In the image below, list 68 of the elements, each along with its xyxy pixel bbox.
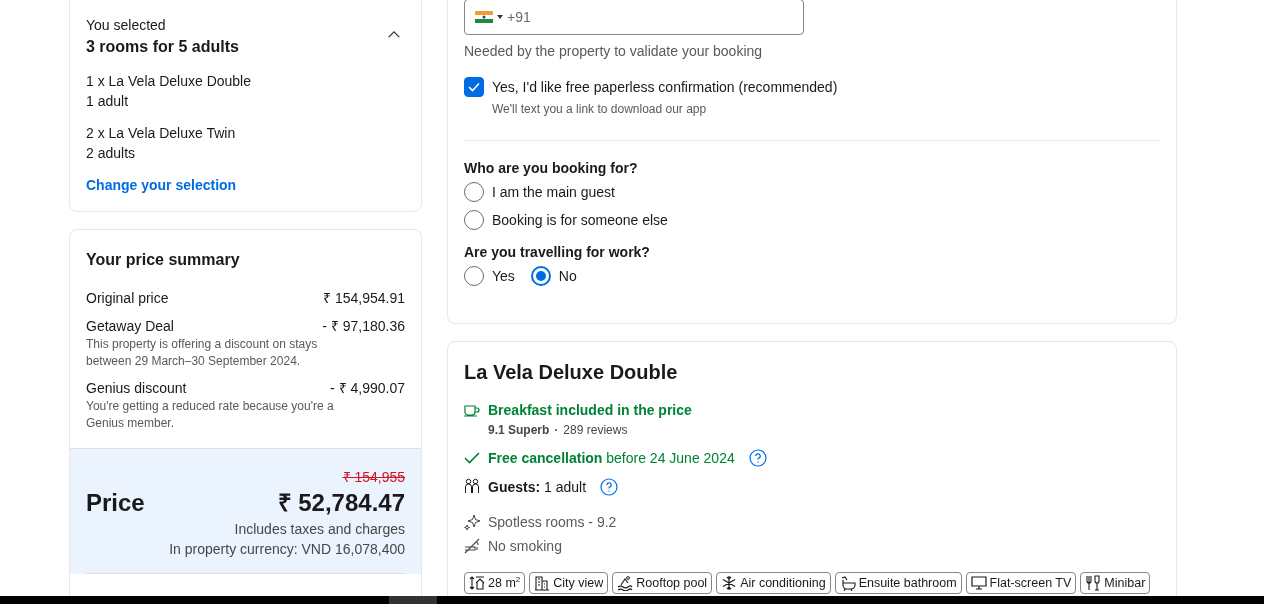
price-line-amount: ₹ 154,954.91 — [323, 289, 405, 308]
selection-title: 3 rooms for 5 adults — [86, 37, 239, 57]
facility-tag: Air conditioning — [716, 572, 831, 594]
old-price: ₹ 154,955 — [342, 468, 405, 487]
reviews-count: 289 reviews — [563, 423, 628, 437]
rating-text: 9.1 Superb — [488, 423, 550, 437]
dropdown-caret-icon — [497, 15, 503, 19]
price-line-label: Original price — [86, 289, 169, 308]
radio-label: I am the main guest — [492, 183, 615, 202]
radio-label: No — [558, 267, 577, 286]
checkbox[interactable] — [464, 77, 484, 97]
phone-hint: Needed by the property to validate your booking — [464, 42, 764, 61]
checkmark-icon — [468, 82, 480, 92]
checkbox-note: We'll text you a link to download our app — [492, 101, 708, 117]
currency-note: In property currency: VND 16,078,400 — [169, 540, 405, 559]
radio-button[interactable] — [530, 266, 551, 286]
bathtub-icon — [839, 575, 856, 591]
snowflake-icon — [721, 575, 738, 591]
highlight-text: No smoking — [488, 537, 562, 556]
facility-tag: Rooftop pool — [612, 572, 713, 594]
breakfast-label: Breakfast included in the price — [488, 401, 692, 420]
guests-text: Guests: 1 adult — [488, 478, 587, 497]
room-name: 1 x La Vela Deluxe Double — [86, 72, 252, 91]
price-line-note: This property is offering a discount on stays between 29 March–30 September 2024. — [86, 336, 319, 370]
cancellation-text: Free cancellation before 24 June 2024 — [488, 449, 735, 468]
no-smoking-icon — [464, 538, 480, 554]
cutlery-icon — [1085, 575, 1102, 591]
room-title: La Vela Deluxe Double — [464, 360, 679, 385]
people-icon — [464, 478, 480, 496]
facility-tag: 28 m$^{2}$ — [464, 572, 526, 594]
price-line-amount: - ₹ 97,180.36 — [322, 317, 405, 336]
facility-tag: Ensuite bathroom — [834, 572, 962, 594]
price-label: Price — [86, 489, 145, 517]
price-summary-title: Your price summary — [86, 250, 241, 270]
cup-icon — [464, 403, 480, 417]
question-title: Who are you booking for? — [464, 159, 639, 178]
total-price: ₹ 52,784.47 — [277, 488, 405, 518]
price-line-label: Genius discount — [86, 379, 187, 398]
checkmark-icon — [464, 452, 480, 464]
room-name: 2 x La Vela Deluxe Twin — [86, 124, 237, 143]
price-line-note: You're getting a reduced rate because you're a Genius member. — [86, 398, 335, 432]
change-selection-link[interactable]: Change your selection — [86, 175, 237, 195]
collapse-chevron-icon[interactable] — [387, 29, 401, 40]
swimmer-icon — [617, 575, 634, 591]
help-icon — [600, 478, 619, 496]
help-icon — [748, 449, 767, 467]
radio-label: Yes — [492, 267, 515, 286]
room-size-icon — [469, 575, 485, 591]
price-line-label: Getaway Deal — [86, 317, 174, 336]
facility-tag: City view — [529, 572, 609, 594]
flag-icon — [475, 11, 493, 23]
facility-tag: Flat-screen TV — [965, 572, 1077, 594]
selection-label: You selected — [86, 16, 167, 35]
phone-field[interactable]: +91 — [464, 0, 804, 35]
taskbar-item — [389, 596, 437, 604]
sparkle-icon — [464, 514, 480, 530]
building-icon — [534, 575, 551, 591]
highlight-text: Spotless rooms - 9.2 — [488, 513, 617, 532]
phone-prefix: +91 — [507, 9, 531, 25]
monitor-icon — [970, 575, 987, 591]
facility-tag: Minibar — [1080, 572, 1151, 594]
question-title: Are you travelling for work? — [464, 243, 651, 262]
room-guests: 1 adult — [86, 92, 130, 111]
radio-label: Booking is for someone else — [492, 211, 668, 230]
room-guests: 2 adults — [86, 144, 137, 163]
price-line-amount: - ₹ 4,990.07 — [330, 379, 405, 398]
taxes-note: Includes taxes and charges — [234, 520, 405, 539]
checkbox-label: Yes, I'd like free paperless confirmation (recommended) — [492, 78, 838, 97]
